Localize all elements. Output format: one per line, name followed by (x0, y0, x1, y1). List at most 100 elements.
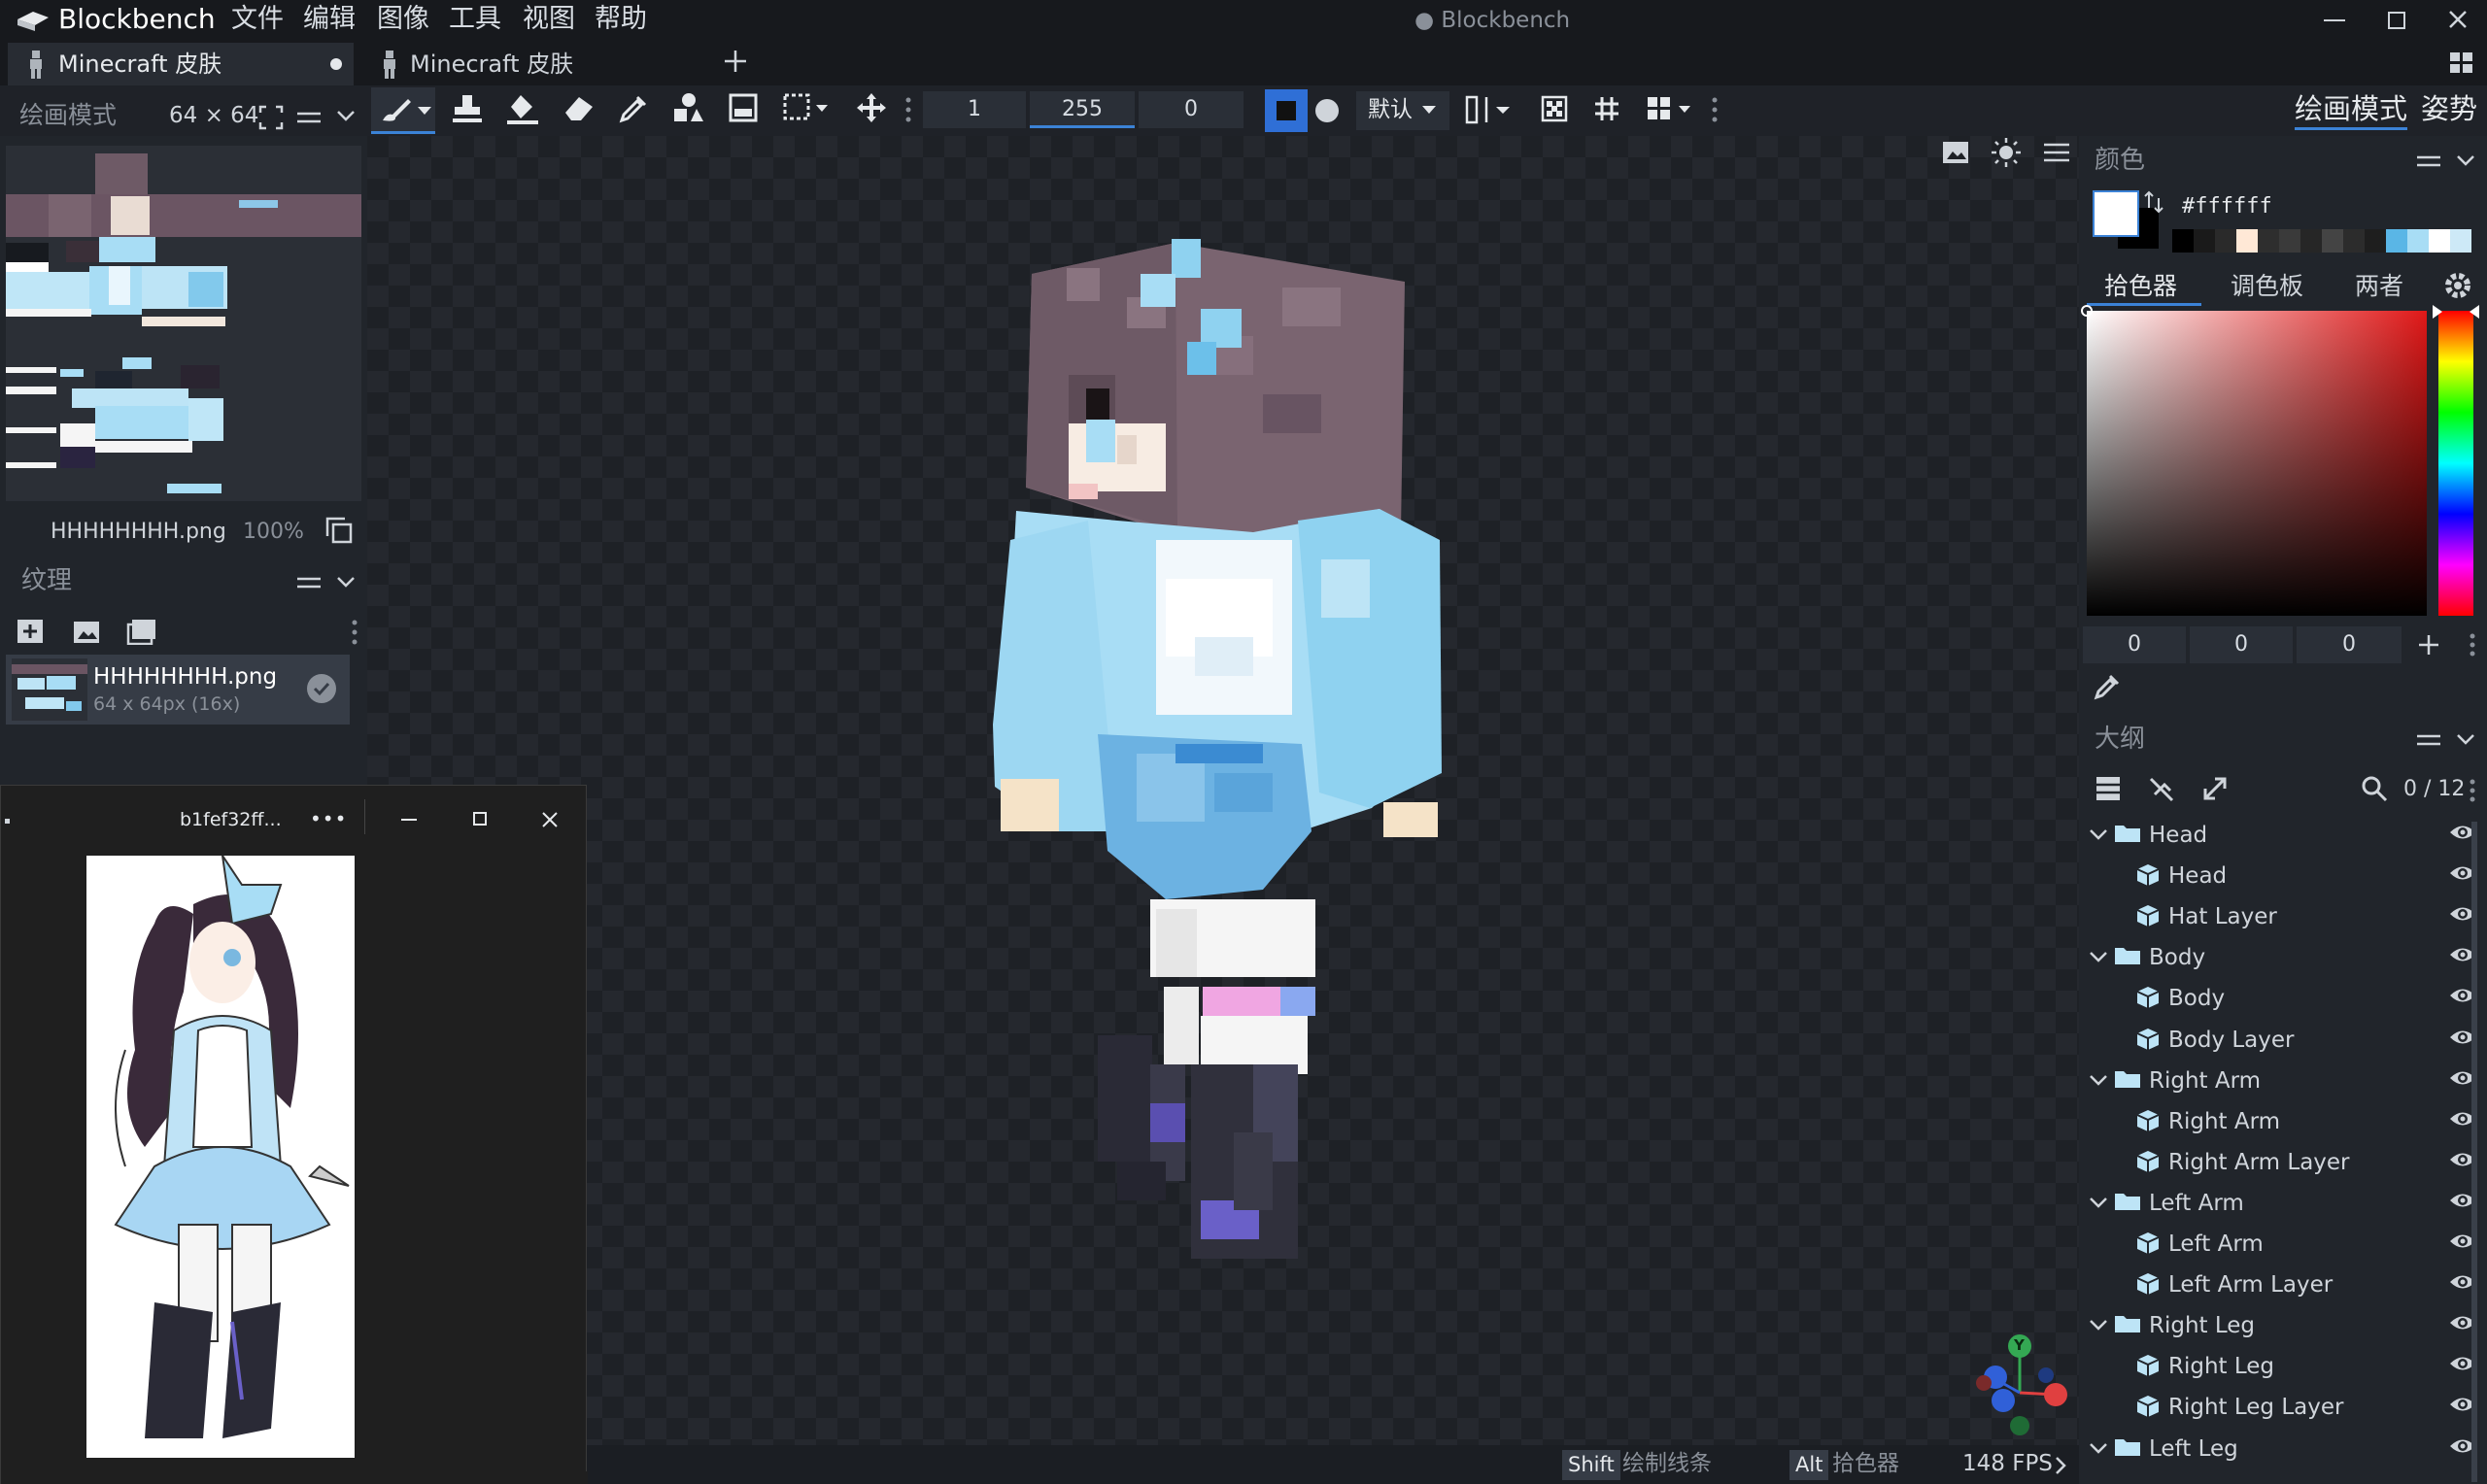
color-picker-icon[interactable] (618, 93, 649, 124)
hue-slider-handle[interactable] (2433, 305, 2479, 319)
menu-image[interactable]: 图像 (377, 6, 429, 32)
palette-swatch[interactable] (2343, 229, 2365, 253)
minimize-icon[interactable] (401, 819, 417, 821)
mode-paint-tab[interactable]: 绘画模式 (2295, 95, 2408, 130)
outliner-cube[interactable]: Body (2079, 977, 2487, 1018)
square-brush-button[interactable] (1265, 89, 1308, 132)
copy-icon[interactable] (324, 516, 354, 545)
eraser-icon[interactable] (562, 93, 596, 122)
more-options-icon[interactable]: ••• (310, 809, 347, 828)
chevron-down-icon[interactable] (2089, 1441, 2108, 1455)
minimize-icon[interactable] (2324, 19, 2345, 21)
check-circle-icon[interactable] (307, 674, 336, 703)
toolbar-overflow-icon[interactable] (1712, 97, 1718, 122)
chevron-down-icon[interactable] (336, 109, 356, 122)
outliner-cube[interactable]: Left Arm Layer (2079, 1264, 2487, 1304)
new-tab-plus-icon[interactable] (723, 49, 748, 74)
brush-size-input[interactable]: 1 (923, 91, 1026, 128)
red-input[interactable]: 0 (2083, 626, 2186, 663)
brush-tool-button[interactable] (371, 87, 435, 134)
palette-swatch[interactable] (2429, 229, 2450, 253)
blend-mode-select[interactable]: 默认 (1356, 91, 1449, 130)
layout-icon[interactable] (1646, 95, 1694, 122)
palette-swatch[interactable] (2322, 229, 2343, 253)
mirror-icon[interactable] (1465, 95, 1514, 124)
primary-color-swatch[interactable] (2093, 190, 2139, 237)
minecraft-skin-model[interactable] (971, 229, 1477, 1259)
outliner-cube[interactable]: Left Arm (2079, 1223, 2487, 1264)
tab-minecraft-skin-1[interactable]: Minecraft 皮肤 (8, 43, 354, 85)
chevron-down-icon[interactable] (2089, 1196, 2108, 1209)
chevron-down-icon[interactable] (2089, 1318, 2108, 1332)
color-overflow-icon[interactable] (2470, 633, 2475, 657)
gradient-icon[interactable] (729, 93, 758, 122)
chevron-down-icon[interactable] (336, 575, 356, 589)
panel-menu-icon[interactable] (297, 575, 321, 590)
panel-menu-icon[interactable] (297, 110, 321, 125)
outliner-cube[interactable]: Right Leg Layer (2079, 1386, 2487, 1427)
eyedropper-icon[interactable] (2093, 674, 2120, 701)
maximize-icon[interactable] (473, 812, 487, 826)
gear-icon[interactable] (2442, 270, 2473, 301)
search-icon[interactable] (2361, 775, 2388, 802)
outliner-cube[interactable]: Right Arm (2079, 1100, 2487, 1141)
outliner-cube[interactable]: Hat Layer (2079, 895, 2487, 936)
panel-menu-icon[interactable] (2417, 732, 2440, 748)
chevron-right-icon[interactable] (2054, 1455, 2067, 1476)
viewport-menu-icon[interactable] (2044, 142, 2069, 163)
move-icon[interactable] (855, 91, 888, 124)
swap-colors-icon[interactable] (2143, 190, 2164, 214)
palette-swatch[interactable] (2279, 229, 2300, 253)
grid-hash-icon[interactable] (1593, 95, 1620, 122)
menu-tools[interactable]: 工具 (449, 6, 501, 32)
texture-overflow-icon[interactable] (352, 620, 358, 645)
hide-selection-icon[interactable] (2147, 775, 2176, 804)
palette-swatches[interactable] (2172, 229, 2471, 253)
green-input[interactable]: 0 (2190, 626, 2293, 663)
palette-swatch[interactable] (2365, 229, 2386, 253)
palette-swatch[interactable] (2215, 229, 2236, 253)
menu-view[interactable]: 视图 (523, 6, 575, 32)
tab-color-picker[interactable]: 拾色器 (2104, 274, 2177, 298)
palette-swatch[interactable] (2300, 229, 2322, 253)
outliner-overflow-icon[interactable] (2470, 779, 2475, 802)
outliner-cube[interactable]: Right Arm Layer (2079, 1141, 2487, 1182)
chevron-down-icon[interactable] (2089, 1073, 2108, 1087)
expand-arrow-icon[interactable] (2201, 775, 2229, 802)
outliner-group[interactable]: Body (2079, 936, 2487, 977)
mode-pose-tab[interactable]: 姿势 (2421, 95, 2477, 123)
palette-swatch[interactable] (2407, 229, 2429, 253)
outliner-cube[interactable]: Head (2079, 855, 2487, 895)
chevron-down-icon[interactable] (2456, 732, 2475, 746)
axis-gizmo[interactable]: Y (1966, 1329, 2073, 1435)
add-color-icon[interactable] (2417, 633, 2440, 657)
brightness-icon[interactable] (1990, 136, 2023, 169)
tab-both[interactable]: 两者 (2355, 274, 2403, 298)
texture-list-item[interactable]: HHHHHHHH.png 64 x 64px (16x) (6, 655, 350, 725)
chevron-down-icon[interactable] (2089, 950, 2108, 963)
toolbar-overflow-icon[interactable] (905, 97, 911, 122)
uv-texture-preview[interactable] (6, 146, 361, 501)
maximize-icon[interactable] (2388, 12, 2405, 29)
add-texture-icon[interactable] (16, 618, 45, 645)
fill-bucket-icon[interactable] (505, 91, 540, 126)
outliner-group[interactable]: Head (2079, 814, 2487, 855)
menu-edit[interactable]: 编辑 (303, 6, 356, 32)
outliner-group[interactable]: Right Arm (2079, 1060, 2487, 1100)
tab-palette[interactable]: 调色板 (2231, 274, 2303, 298)
screenshot-icon[interactable] (1941, 138, 1970, 167)
fullscreen-icon[interactable] (258, 105, 284, 130)
saturation-value-picker[interactable] (2087, 311, 2427, 616)
outliner-cube[interactable]: Body Layer (2079, 1019, 2487, 1060)
hue-slider[interactable] (2438, 311, 2473, 616)
shapes-icon[interactable] (672, 91, 705, 124)
stamp-icon[interactable] (451, 93, 484, 126)
outliner-group[interactable]: Left Leg (2079, 1428, 2487, 1468)
add-group-icon[interactable] (2095, 775, 2122, 802)
palette-swatch[interactable] (2450, 229, 2471, 253)
unsaved-dot-icon[interactable] (330, 58, 342, 70)
menu-help[interactable]: 帮助 (595, 6, 647, 32)
palette-swatch[interactable] (2258, 229, 2279, 253)
tab-minecraft-skin-2[interactable]: Minecraft 皮肤 (361, 43, 692, 85)
import-texture-icon[interactable] (72, 618, 101, 645)
